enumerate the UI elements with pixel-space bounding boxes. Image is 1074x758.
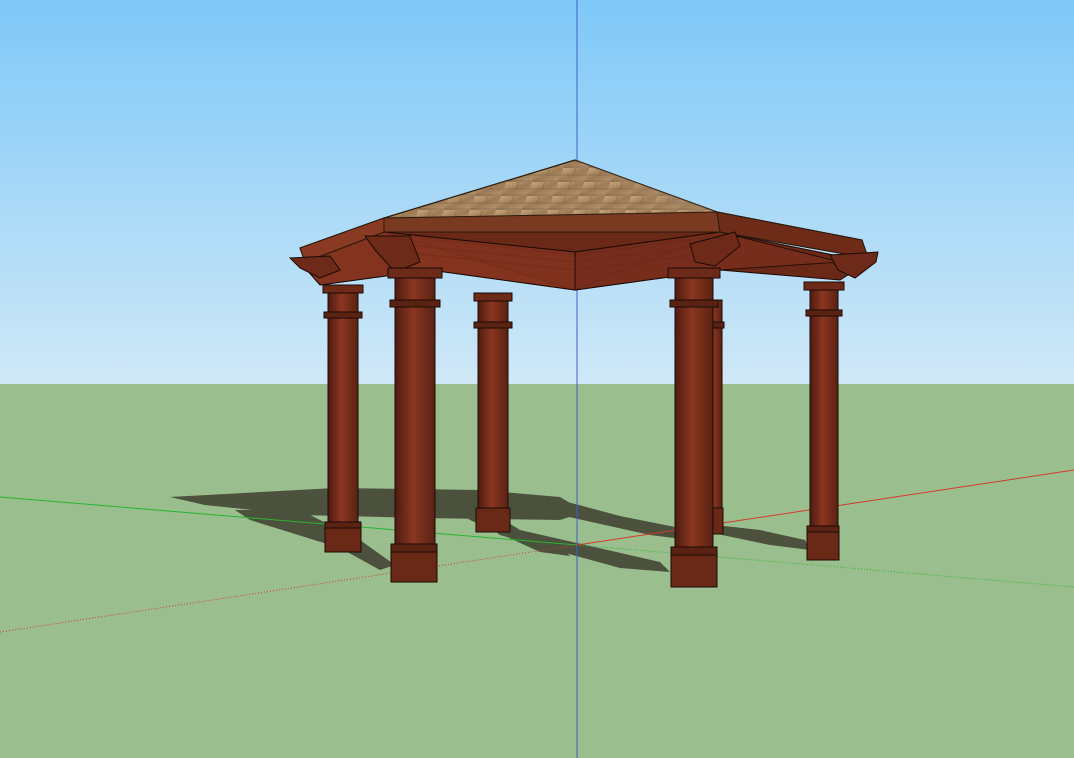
modeling-viewport[interactable]	[0, 0, 1074, 758]
ground-plane	[0, 384, 1074, 758]
scene-canvas[interactable]	[0, 0, 1074, 758]
post-front-far-right[interactable]	[803, 281, 845, 561]
post-back-left[interactable]	[473, 292, 513, 533]
post-front-right[interactable]	[667, 267, 721, 588]
post-front-far-left[interactable]	[322, 284, 364, 553]
post-front-left[interactable]	[387, 267, 443, 583]
